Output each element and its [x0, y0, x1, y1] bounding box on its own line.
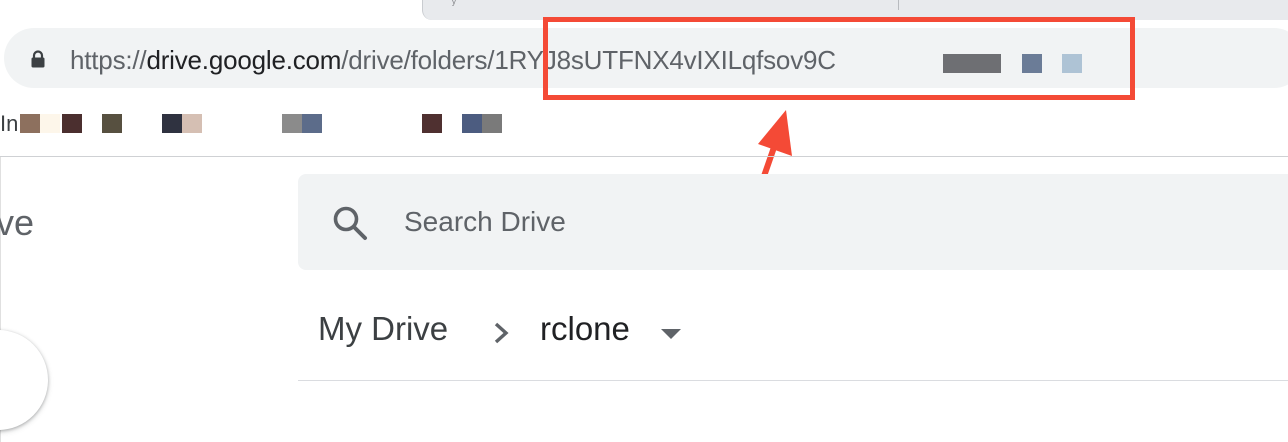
bookmark-favicon[interactable]	[62, 114, 82, 133]
chevron-right-icon	[494, 322, 509, 344]
caret-down-icon[interactable]	[660, 328, 682, 340]
tab-divider	[898, 0, 899, 10]
breadcrumb-my-drive[interactable]: My Drive	[318, 310, 448, 348]
bookmark-favicon[interactable]	[462, 114, 482, 133]
lock-icon[interactable]	[30, 50, 46, 68]
annotation-highlight-box	[543, 17, 1135, 100]
bookmark-label[interactable]: In	[0, 111, 18, 137]
bookmark-favicon[interactable]	[482, 114, 502, 133]
bookmark-favicon[interactable]	[40, 114, 60, 133]
bookmark-favicon[interactable]	[102, 114, 122, 133]
toolbar-divider	[0, 156, 1288, 157]
bookmark-favicon[interactable]	[422, 114, 442, 133]
bookmark-favicon[interactable]	[20, 114, 40, 133]
browser-window: ʸ https://drive.google.com/drive/folders…	[0, 0, 1288, 442]
url-host: drive.google.com	[146, 45, 342, 75]
bookmark-favicon[interactable]	[282, 114, 302, 133]
bookmark-favicon[interactable]	[162, 114, 182, 133]
breadcrumb-current-folder[interactable]: rclone	[540, 310, 630, 348]
drive-logo-text[interactable]: ve	[0, 202, 34, 244]
new-button[interactable]	[0, 330, 48, 430]
header-divider	[298, 380, 1288, 381]
tab-favicon-fragment: ʸ	[452, 0, 456, 10]
bookmark-favicon[interactable]	[302, 114, 322, 133]
bookmark-favicon[interactable]	[182, 114, 202, 133]
url-scheme: https://	[70, 45, 147, 75]
search-icon[interactable]	[330, 203, 370, 243]
search-input[interactable]	[404, 200, 1104, 244]
